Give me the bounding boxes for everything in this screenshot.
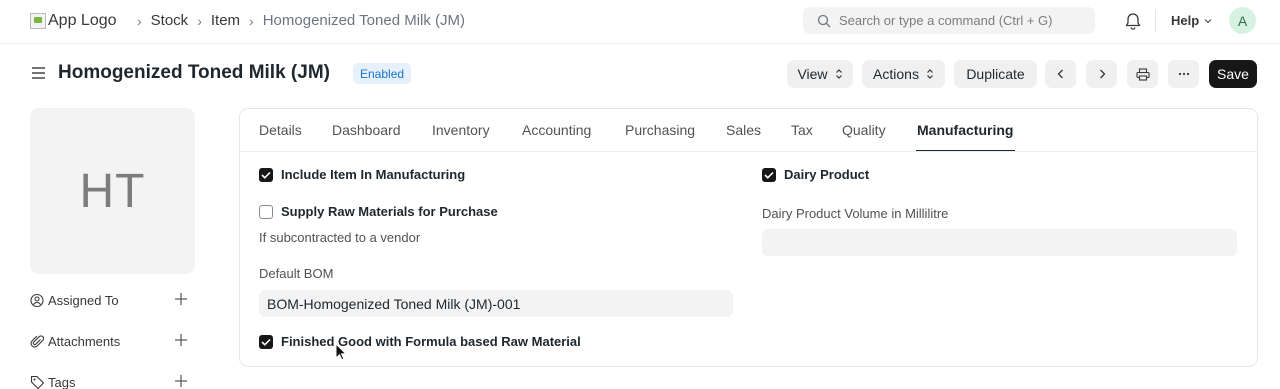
previous-button[interactable]: [1045, 60, 1076, 88]
checkbox-checked-icon[interactable]: [762, 167, 776, 182]
chevron-right-icon: ›: [249, 12, 254, 29]
active-tab-indicator: [916, 150, 1015, 151]
breadcrumb-stock[interactable]: Stock: [151, 12, 189, 29]
broken-image-icon: [30, 13, 46, 29]
printer-icon: [1135, 67, 1150, 81]
checkbox-label: Finished Good with Formula based Raw Mat…: [281, 334, 581, 349]
paperclip-icon: [30, 334, 45, 348]
supply-raw-materials-checkbox[interactable]: Supply Raw Materials for Purchase: [259, 204, 498, 219]
duplicate-button[interactable]: Duplicate: [954, 60, 1037, 88]
updown-icon: [927, 69, 933, 79]
app-logo-alt-text: App Logo: [48, 12, 117, 29]
default-bom-field[interactable]: BOM-Homogenized Toned Milk (JM)-001: [259, 290, 733, 317]
finished-good-formula-checkbox[interactable]: Finished Good with Formula based Raw Mat…: [259, 334, 581, 349]
next-button[interactable]: [1086, 60, 1117, 88]
mouse-cursor-icon: [335, 343, 347, 361]
checkbox-label: Include Item In Manufacturing: [281, 167, 466, 182]
include-in-manufacturing-checkbox[interactable]: Include Item In Manufacturing: [259, 167, 465, 182]
navbar: App Logo › Stock › Item › Homogenized To…: [0, 0, 1280, 44]
checkbox-checked-icon[interactable]: [259, 167, 273, 182]
app-logo[interactable]: App Logo: [30, 10, 117, 32]
search-icon: [817, 14, 831, 27]
chevron-right-icon: ›: [197, 12, 202, 29]
sidebar-item-label: Tags: [48, 374, 76, 389]
sidebar-item-label: Assigned To: [48, 292, 119, 308]
ellipsis-icon: [1178, 72, 1189, 76]
save-button[interactable]: Save: [1209, 60, 1257, 88]
field-description: If subcontracted to a vendor: [259, 230, 421, 245]
plus-icon[interactable]: [174, 374, 188, 388]
checkbox-unchecked-icon[interactable]: [259, 204, 273, 219]
tab-purchasing[interactable]: Purchasing: [625, 122, 695, 138]
tab-quality[interactable]: Quality: [842, 122, 886, 138]
chevron-right-icon: ›: [137, 12, 142, 29]
page-title: Homogenized Toned Milk (JM): [58, 62, 330, 83]
default-bom-value: BOM-Homogenized Toned Milk (JM)-001: [267, 295, 521, 312]
checkbox-label: Dairy Product: [784, 167, 870, 182]
checkbox-checked-icon[interactable]: [259, 334, 273, 349]
add-user-icon: [30, 293, 44, 307]
breadcrumb: › Stock › Item › Homogenized Toned Milk …: [128, 12, 465, 29]
tab-sales[interactable]: Sales: [726, 122, 761, 138]
print-button[interactable]: [1127, 60, 1158, 88]
dairy-volume-label: Dairy Product Volume in Millilitre: [762, 206, 949, 221]
view-button-label: View: [797, 66, 828, 82]
help-label: Help: [1171, 13, 1200, 28]
tab-accounting[interactable]: Accounting: [522, 122, 591, 138]
dairy-product-checkbox[interactable]: Dairy Product: [762, 167, 869, 182]
tab-tax[interactable]: Tax: [791, 122, 813, 138]
sidebar-item-attachments[interactable]: Attachments: [30, 331, 190, 351]
more-options-button[interactable]: [1168, 60, 1199, 88]
avatar[interactable]: A: [1229, 7, 1256, 34]
tab-bar: Details Dashboard Inventory Accounting P…: [240, 109, 1257, 152]
breadcrumb-current[interactable]: Homogenized Toned Milk (JM): [263, 12, 465, 29]
tab-details[interactable]: Details: [259, 122, 302, 138]
checkbox-label: Supply Raw Materials for Purchase: [281, 204, 498, 219]
search-input[interactable]: Search or type a command (Ctrl + G): [803, 7, 1095, 34]
sidebar-toggle-icon[interactable]: [31, 66, 46, 83]
help-dropdown[interactable]: Help: [1171, 13, 1213, 28]
tab-inventory[interactable]: Inventory: [432, 122, 490, 138]
notification-bell-icon[interactable]: [1124, 12, 1142, 34]
chevron-left-icon: [1057, 69, 1063, 79]
chevron-right-icon: [1099, 69, 1105, 79]
default-bom-label: Default BOM: [259, 266, 334, 281]
tag-icon: [30, 375, 45, 389]
status-badge: Enabled: [353, 63, 412, 84]
item-image-placeholder[interactable]: HT: [30, 108, 195, 274]
sidebar-item-tags[interactable]: Tags: [30, 372, 190, 389]
breadcrumb-item[interactable]: Item: [211, 12, 240, 29]
dairy-volume-field[interactable]: [762, 229, 1237, 256]
updown-icon: [835, 69, 842, 79]
tab-manufacturing[interactable]: Manufacturing: [917, 122, 1013, 138]
search-placeholder: Search or type a command (Ctrl + G): [839, 13, 1053, 28]
actions-button[interactable]: Actions: [862, 60, 945, 88]
sidebar-item-label: Attachments: [48, 333, 121, 349]
actions-button-label: Actions: [873, 66, 919, 82]
plus-icon[interactable]: [174, 333, 188, 347]
view-button[interactable]: View: [787, 60, 853, 88]
save-button-label: Save: [1217, 66, 1249, 82]
tab-dashboard[interactable]: Dashboard: [332, 122, 401, 138]
duplicate-button-label: Duplicate: [966, 66, 1025, 82]
navbar-divider: [1155, 10, 1156, 32]
chevron-down-icon: [1204, 18, 1212, 23]
sidebar-item-assigned-to[interactable]: Assigned To: [30, 290, 190, 310]
plus-icon[interactable]: [174, 292, 188, 306]
